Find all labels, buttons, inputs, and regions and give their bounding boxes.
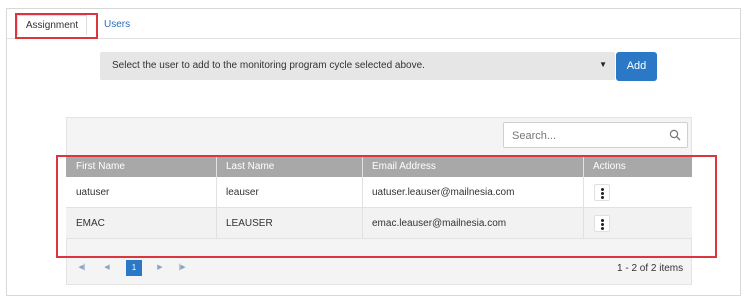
user-select-value: Select the user to add to the monitoring… (112, 60, 425, 71)
tab-bar: Assignment Users (7, 9, 740, 39)
highlight-box-table (56, 155, 717, 258)
first-page-icon[interactable]: ◀| (74, 260, 90, 276)
search-icon[interactable] (669, 129, 681, 141)
search-box (503, 122, 688, 148)
add-button[interactable]: Add (616, 52, 657, 81)
highlight-box-tab (15, 13, 98, 39)
search-input[interactable] (512, 128, 662, 144)
page-1-button[interactable]: 1 (126, 260, 142, 276)
prev-page-icon[interactable]: ◀ (99, 260, 115, 276)
user-select-dropdown[interactable]: Select the user to add to the monitoring… (100, 52, 615, 80)
tab-users[interactable]: Users (104, 15, 130, 35)
last-page-icon[interactable]: |▶ (174, 260, 190, 276)
items-count: 1 - 2 of 2 items (617, 263, 684, 274)
caret-down-icon: ▼ (599, 60, 607, 69)
next-page-icon[interactable]: ▶ (152, 260, 168, 276)
